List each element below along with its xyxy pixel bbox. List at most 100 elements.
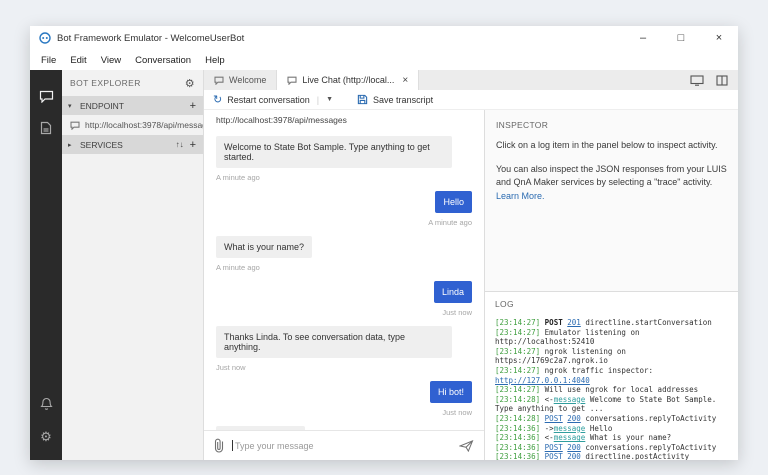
log-status-link[interactable]: 200 [567, 443, 581, 452]
window-controls: – □ × [624, 26, 738, 50]
message-bubble[interactable]: Hello [435, 191, 472, 213]
message-bubble[interactable]: Welcome to State Bot Sample. Type anythi… [216, 136, 452, 168]
log-panel: LOG [23:14:27] POST 201 directline.start… [485, 292, 738, 460]
emulator-window: Bot Framework Emulator - WelcomeUserBot … [30, 26, 738, 460]
log-text: Hello [590, 424, 613, 433]
endpoint-section-header[interactable]: ▾ ENDPOINT + [62, 96, 203, 115]
log-text: What is your name? [590, 433, 671, 442]
presentation-mode-icon[interactable] [690, 75, 704, 86]
log-timestamp: [23:14:27] [495, 385, 540, 394]
message-list[interactable]: Welcome to State Bot Sample. Type anythi… [204, 130, 484, 430]
log-entry[interactable]: [23:14:36] ->message Hello [495, 424, 728, 434]
message-timestamp: Just now [216, 363, 246, 372]
chat-message-bot: Thanks Linda. To see conversation data, … [216, 326, 472, 381]
chat-bubble-icon [39, 90, 54, 103]
log-entry[interactable]: [23:14:36] POST 200 directline.postActiv… [495, 452, 728, 460]
chat-message-bot: What is your name? A minute ago [216, 236, 472, 281]
services-section-header[interactable]: ▸ SERVICES ↑↓ + [62, 135, 203, 154]
chat-activity-button[interactable] [30, 80, 62, 112]
settings-button[interactable]: ⚙ [30, 420, 62, 452]
chevron-right-icon: ▸ [68, 141, 76, 149]
message-bubble[interactable]: What is your name? [216, 236, 312, 258]
chat-endpoint-url: http://localhost:3978/api/messages [204, 110, 484, 130]
log-timestamp: [23:14:36] [495, 433, 540, 442]
message-timestamp: Just now [442, 308, 472, 317]
chat-bubble-icon [214, 76, 224, 85]
menu-file[interactable]: File [34, 55, 63, 66]
log-text: POST [545, 318, 563, 327]
restart-conversation-button[interactable]: Restart conversation [227, 95, 310, 105]
log-entry[interactable]: [23:14:27] ngrok traffic inspector: http… [495, 366, 728, 385]
add-endpoint-icon[interactable]: + [190, 100, 196, 112]
endpoint-item[interactable]: http://localhost:3978/api/messages [62, 115, 203, 135]
app-icon [39, 32, 51, 44]
split-editor-icon[interactable] [716, 75, 728, 86]
log-status-link[interactable]: 200 [567, 452, 581, 460]
log-status-link[interactable]: POST [545, 452, 563, 460]
bot-explorer-title: BOT EXPLORER [70, 78, 141, 88]
save-transcript-button[interactable]: Save transcript [373, 95, 433, 105]
learn-more-link[interactable]: Learn More. [496, 191, 545, 201]
right-panel: INSPECTOR Click on a log item in the pan… [485, 110, 738, 460]
minimize-icon[interactable]: – [624, 26, 662, 50]
chat-message-user: Linda Just now [216, 281, 472, 326]
log-timestamp: [23:14:36] [495, 424, 540, 433]
log-entry[interactable]: [23:14:36] POST 200 conversations.replyT… [495, 443, 728, 453]
message-bubble[interactable]: Linda [434, 281, 472, 303]
log-timestamp: [23:14:36] [495, 452, 540, 460]
menu-bar: File Edit View Conversation Help [30, 50, 738, 70]
log-timestamp: [23:14:27] [495, 347, 540, 356]
log-timestamp: [23:14:27] [495, 328, 540, 337]
chevron-down-icon[interactable]: ▼ [326, 96, 333, 103]
log-entry[interactable]: [23:14:36] <-message What is your name? [495, 433, 728, 443]
close-icon[interactable]: × [700, 26, 738, 50]
document-icon [40, 121, 52, 135]
log-message-link[interactable]: message [554, 395, 586, 404]
log-status-link[interactable]: POST [545, 414, 563, 423]
menu-edit[interactable]: Edit [63, 55, 93, 66]
title-bar: Bot Framework Emulator - WelcomeUserBot … [30, 26, 738, 50]
sort-icon[interactable]: ↑↓ [176, 140, 184, 149]
attachment-icon[interactable] [214, 438, 224, 453]
notifications-button[interactable] [30, 388, 62, 420]
chat-message-user: HelloA minute ago [216, 191, 472, 236]
message-input-row: Type your message [204, 430, 484, 460]
log-message-link[interactable]: message [554, 424, 586, 433]
inspector-panel: INSPECTOR Click on a log item in the pan… [485, 110, 738, 292]
add-service-icon[interactable]: + [190, 139, 196, 151]
resources-activity-button[interactable] [30, 112, 62, 144]
tab-welcome-label: Welcome [229, 75, 266, 85]
log-status-link[interactable]: 200 [567, 414, 581, 423]
chat-panel: http://localhost:3978/api/messages Welco… [204, 110, 485, 460]
log-entry[interactable]: [23:14:28] POST 200 conversations.replyT… [495, 414, 728, 424]
log-timestamp: [23:14:27] [495, 318, 540, 327]
send-icon[interactable] [459, 440, 474, 452]
bot-explorer-panel: BOT EXPLORER ⚙ ▾ ENDPOINT + http://local… [62, 70, 204, 460]
message-bubble[interactable]: Hi bot! [430, 381, 472, 403]
log-entry[interactable]: [23:14:28] <-message Welcome to State Bo… [495, 395, 728, 414]
log-entry[interactable]: [23:14:27] Emulator listening on http://… [495, 328, 728, 347]
tab-welcome[interactable]: Welcome [204, 70, 277, 90]
log-status-link[interactable]: 201 [567, 318, 581, 327]
log-text: directline.postActivity [585, 452, 689, 460]
log-text: <- [545, 433, 554, 442]
message-bubble[interactable]: Thanks Linda. To see conversation data, … [216, 326, 452, 358]
log-entry[interactable]: [23:14:27] POST 201 directline.startConv… [495, 318, 728, 328]
log-entry[interactable]: [23:14:27] Will use ngrok for local addr… [495, 385, 728, 395]
chevron-down-icon: ▾ [68, 102, 76, 110]
message-input[interactable]: Type your message [235, 441, 451, 451]
log-message-link[interactable]: message [554, 433, 586, 442]
log-entry[interactable]: [23:14:27] ngrok listening on https://17… [495, 347, 728, 366]
tab-live-chat[interactable]: Live Chat (http://local... × [277, 70, 419, 90]
menu-help[interactable]: Help [198, 55, 232, 66]
log-status-link[interactable]: http://127.0.0.1:4040 [495, 376, 590, 385]
maximize-icon[interactable]: □ [662, 26, 700, 50]
menu-conversation[interactable]: Conversation [128, 55, 198, 66]
log-status-link[interactable]: POST [545, 443, 563, 452]
menu-view[interactable]: View [94, 55, 128, 66]
explorer-gear-icon[interactable]: ⚙ [185, 77, 195, 90]
message-timestamp: A minute ago [216, 263, 260, 272]
chat-bubble-icon [70, 121, 80, 130]
tab-close-icon[interactable]: × [402, 75, 408, 86]
log-entries[interactable]: [23:14:27] POST 201 directline.startConv… [495, 318, 728, 460]
